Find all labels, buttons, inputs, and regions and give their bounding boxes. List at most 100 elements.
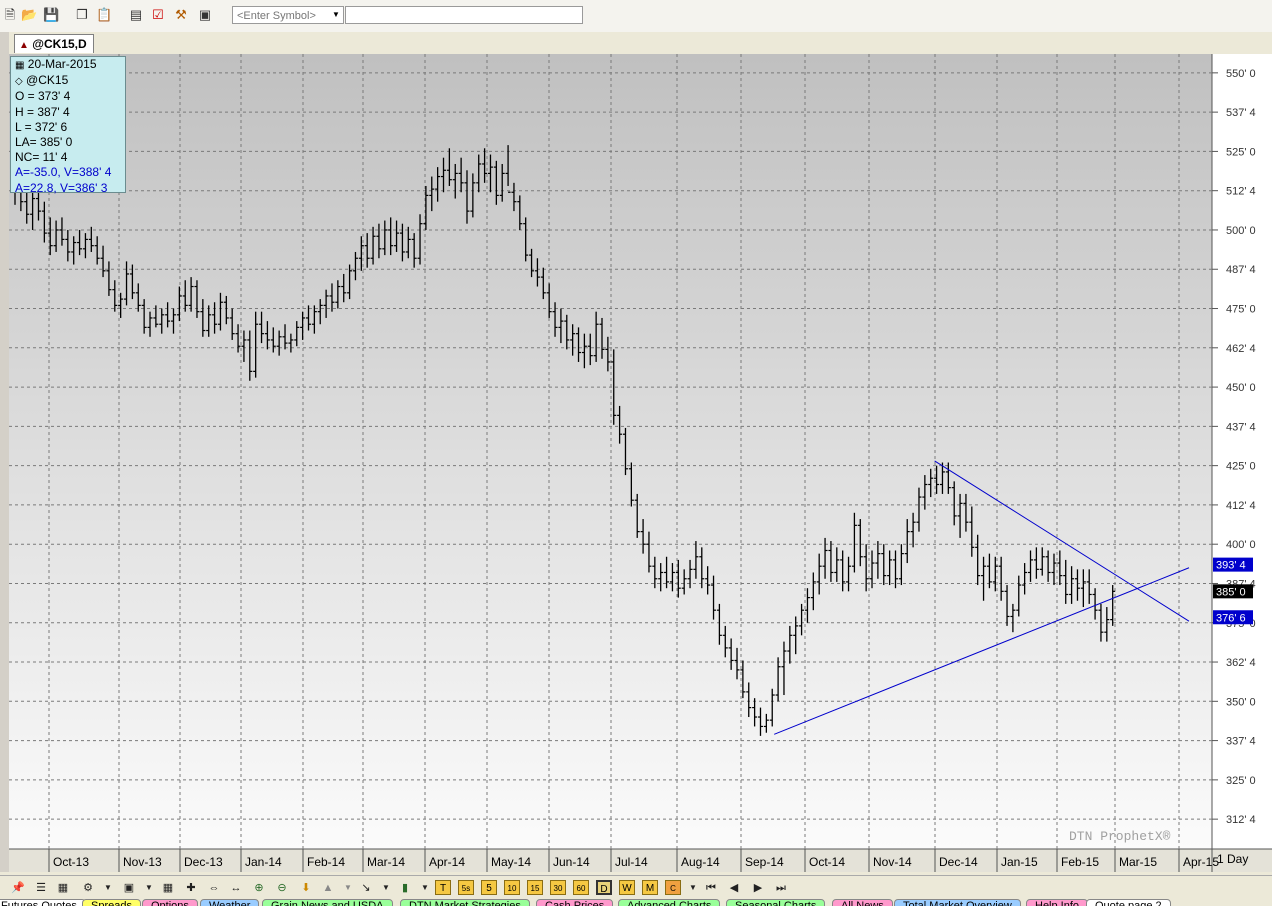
price-chart[interactable]: 550' 0 537' 4 525' 0 512' 4 500' 0 487' 4 475'… (9, 54, 1272, 872)
price-tick-label: 450' 0 (1226, 382, 1256, 394)
date-tick-label: Jan-15 (1001, 855, 1038, 869)
page-tab[interactable]: Options (142, 899, 198, 906)
table-icon[interactable]: ▦ (160, 880, 176, 896)
date-tick-label: Mar-15 (1119, 855, 1157, 869)
5-minute-button[interactable]: 5 (481, 880, 497, 895)
study-icon[interactable]: ▲ (320, 880, 336, 896)
price-tick-label: 312' 4 (1226, 814, 1256, 826)
tab-label: @CK15,D (32, 37, 87, 51)
expand-icon[interactable]: ↔ (228, 880, 244, 896)
custom-interval-button[interactable]: C (665, 880, 681, 895)
next-icon[interactable]: ▶ (750, 880, 766, 896)
price-tick-label: 550' 0 (1226, 68, 1256, 80)
date-tick-label: Feb-14 (307, 855, 345, 869)
watermark: DTN ProphetX® (1069, 829, 1171, 844)
side-strip (0, 32, 9, 872)
symbol-entry-field[interactable] (345, 6, 583, 24)
list-icon[interactable]: ☰ (33, 880, 49, 896)
chevron-down-icon[interactable]: ▼ (685, 880, 701, 896)
new-file-icon[interactable]: 🗎 (2, 7, 18, 23)
pin-icon[interactable]: 📌 (10, 880, 26, 896)
move-icon[interactable]: ⇔ (206, 880, 222, 896)
candle-icon[interactable]: ▮ (397, 880, 413, 896)
page-tab[interactable]: Quote page 2 (1086, 899, 1171, 906)
info-date: 20-Mar-2015 (27, 57, 97, 71)
first-icon[interactable]: ⏮ (703, 880, 719, 896)
tools-icon[interactable]: ⚒ (173, 7, 189, 23)
copy-icon[interactable]: ❐ (74, 7, 90, 23)
tick-chart-button[interactable]: T (435, 880, 451, 895)
date-tick-label: Oct-14 (809, 855, 845, 869)
date-tick-label: Nov-14 (873, 855, 912, 869)
info-net-change: NC= 11' 4 (15, 150, 68, 165)
save-icon[interactable]: 💾 (43, 7, 59, 23)
page-tab[interactable]: Futures Quotes (0, 899, 86, 906)
grid-icon[interactable]: ▦ (55, 880, 71, 896)
chevron-down-icon[interactable]: ▼ (330, 7, 342, 23)
style-icon[interactable]: ⚙ (80, 880, 96, 896)
price-tick-label: 462' 4 (1226, 343, 1256, 355)
daily-button[interactable]: D (596, 880, 612, 895)
crosshair-icon[interactable]: ✚ (183, 880, 199, 896)
chevron-down-icon[interactable]: ▼ (340, 880, 356, 896)
page-tab-bar: Futures Quotes Spreads Options Weather Grain… (0, 899, 1272, 906)
page-tab[interactable]: Cash Prices (536, 899, 614, 906)
window-icon[interactable]: ▣ (197, 7, 213, 23)
tab-chart[interactable]: ▲ @CK15,D (14, 34, 94, 53)
monthly-button[interactable]: M (642, 880, 658, 895)
price-tick-label: 537' 4 (1226, 107, 1256, 119)
chevron-down-icon[interactable]: ▼ (417, 880, 433, 896)
date-tick-label: Nov-13 (123, 855, 162, 869)
chart-icon: ▲ (19, 40, 29, 51)
symbol-input[interactable]: <Enter Symbol> (232, 6, 344, 24)
previous-icon[interactable]: ◀ (726, 880, 742, 896)
page-tab[interactable]: DTN Market Strategies (400, 899, 530, 906)
page-tab[interactable]: Help Info (1026, 899, 1089, 906)
price-tick-label: 437' 4 (1226, 421, 1256, 433)
paste-icon[interactable]: 📋 (96, 7, 112, 23)
price-tag-label: 376' 6 (1216, 612, 1246, 624)
60-minute-button[interactable]: 60 (573, 880, 589, 895)
date-tick-label: Jul-14 (615, 855, 648, 869)
5s-chart-button[interactable]: 5s (458, 880, 474, 895)
zoom-in-icon[interactable]: ⊕ (251, 880, 267, 896)
chevron-down-icon[interactable]: ▼ (141, 880, 157, 896)
last-icon[interactable]: ⏭ (773, 880, 789, 896)
open-folder-icon[interactable]: 📂 (21, 7, 37, 23)
price-axis-background (1212, 54, 1272, 849)
date-tick-label: Mar-14 (367, 855, 405, 869)
chevron-down-icon[interactable]: ▼ (378, 880, 394, 896)
page-tab[interactable]: Advanced Charts (618, 899, 721, 906)
date-tick-label: Dec-14 (939, 855, 978, 869)
price-tick-label: 362' 4 (1226, 657, 1256, 669)
draw-line-icon[interactable]: ↘ (358, 880, 374, 896)
price-tick-label: 487' 4 (1226, 264, 1256, 276)
page-tab[interactable]: Seasonal Charts (726, 899, 826, 906)
date-tick-label: Feb-15 (1061, 855, 1099, 869)
price-tick-label: 425' 0 (1226, 461, 1256, 473)
chevron-down-icon[interactable]: ▼ (100, 880, 116, 896)
checklist-icon[interactable]: ☑ (150, 7, 166, 23)
download-icon[interactable]: ⬇ (298, 880, 314, 896)
15-minute-button[interactable]: 15 (527, 880, 543, 895)
zoom-out-icon[interactable]: ⊖ (274, 880, 290, 896)
date-tick-label: May-14 (491, 855, 531, 869)
window-layout-icon[interactable]: ▤ (128, 7, 144, 23)
price-tag-label: 385' 0 (1216, 586, 1246, 598)
calendar-icon: ▦ (15, 60, 25, 71)
10-minute-button[interactable]: 10 (504, 880, 520, 895)
price-tick-label: 337' 4 (1226, 736, 1256, 748)
page-tab[interactable]: Spreads (82, 899, 141, 906)
weekly-button[interactable]: W (619, 880, 635, 895)
date-tick-label: Apr-14 (429, 855, 465, 869)
page-tab[interactable]: Total Market Overview (894, 899, 1021, 906)
monitor-icon[interactable]: ▣ (121, 880, 137, 896)
info-low: L = 372' 6 (15, 119, 68, 134)
page-tab[interactable]: Weather (200, 899, 260, 906)
info-trendline-2: A=22.8, V=386' 3 (15, 180, 108, 195)
price-tag-label: 393' 4 (1216, 560, 1246, 572)
page-tab[interactable]: Grain News and USDA (262, 899, 393, 906)
date-tick-label: Sep-14 (745, 855, 784, 869)
30-minute-button[interactable]: 30 (550, 880, 566, 895)
page-tab[interactable]: All News (832, 899, 893, 906)
